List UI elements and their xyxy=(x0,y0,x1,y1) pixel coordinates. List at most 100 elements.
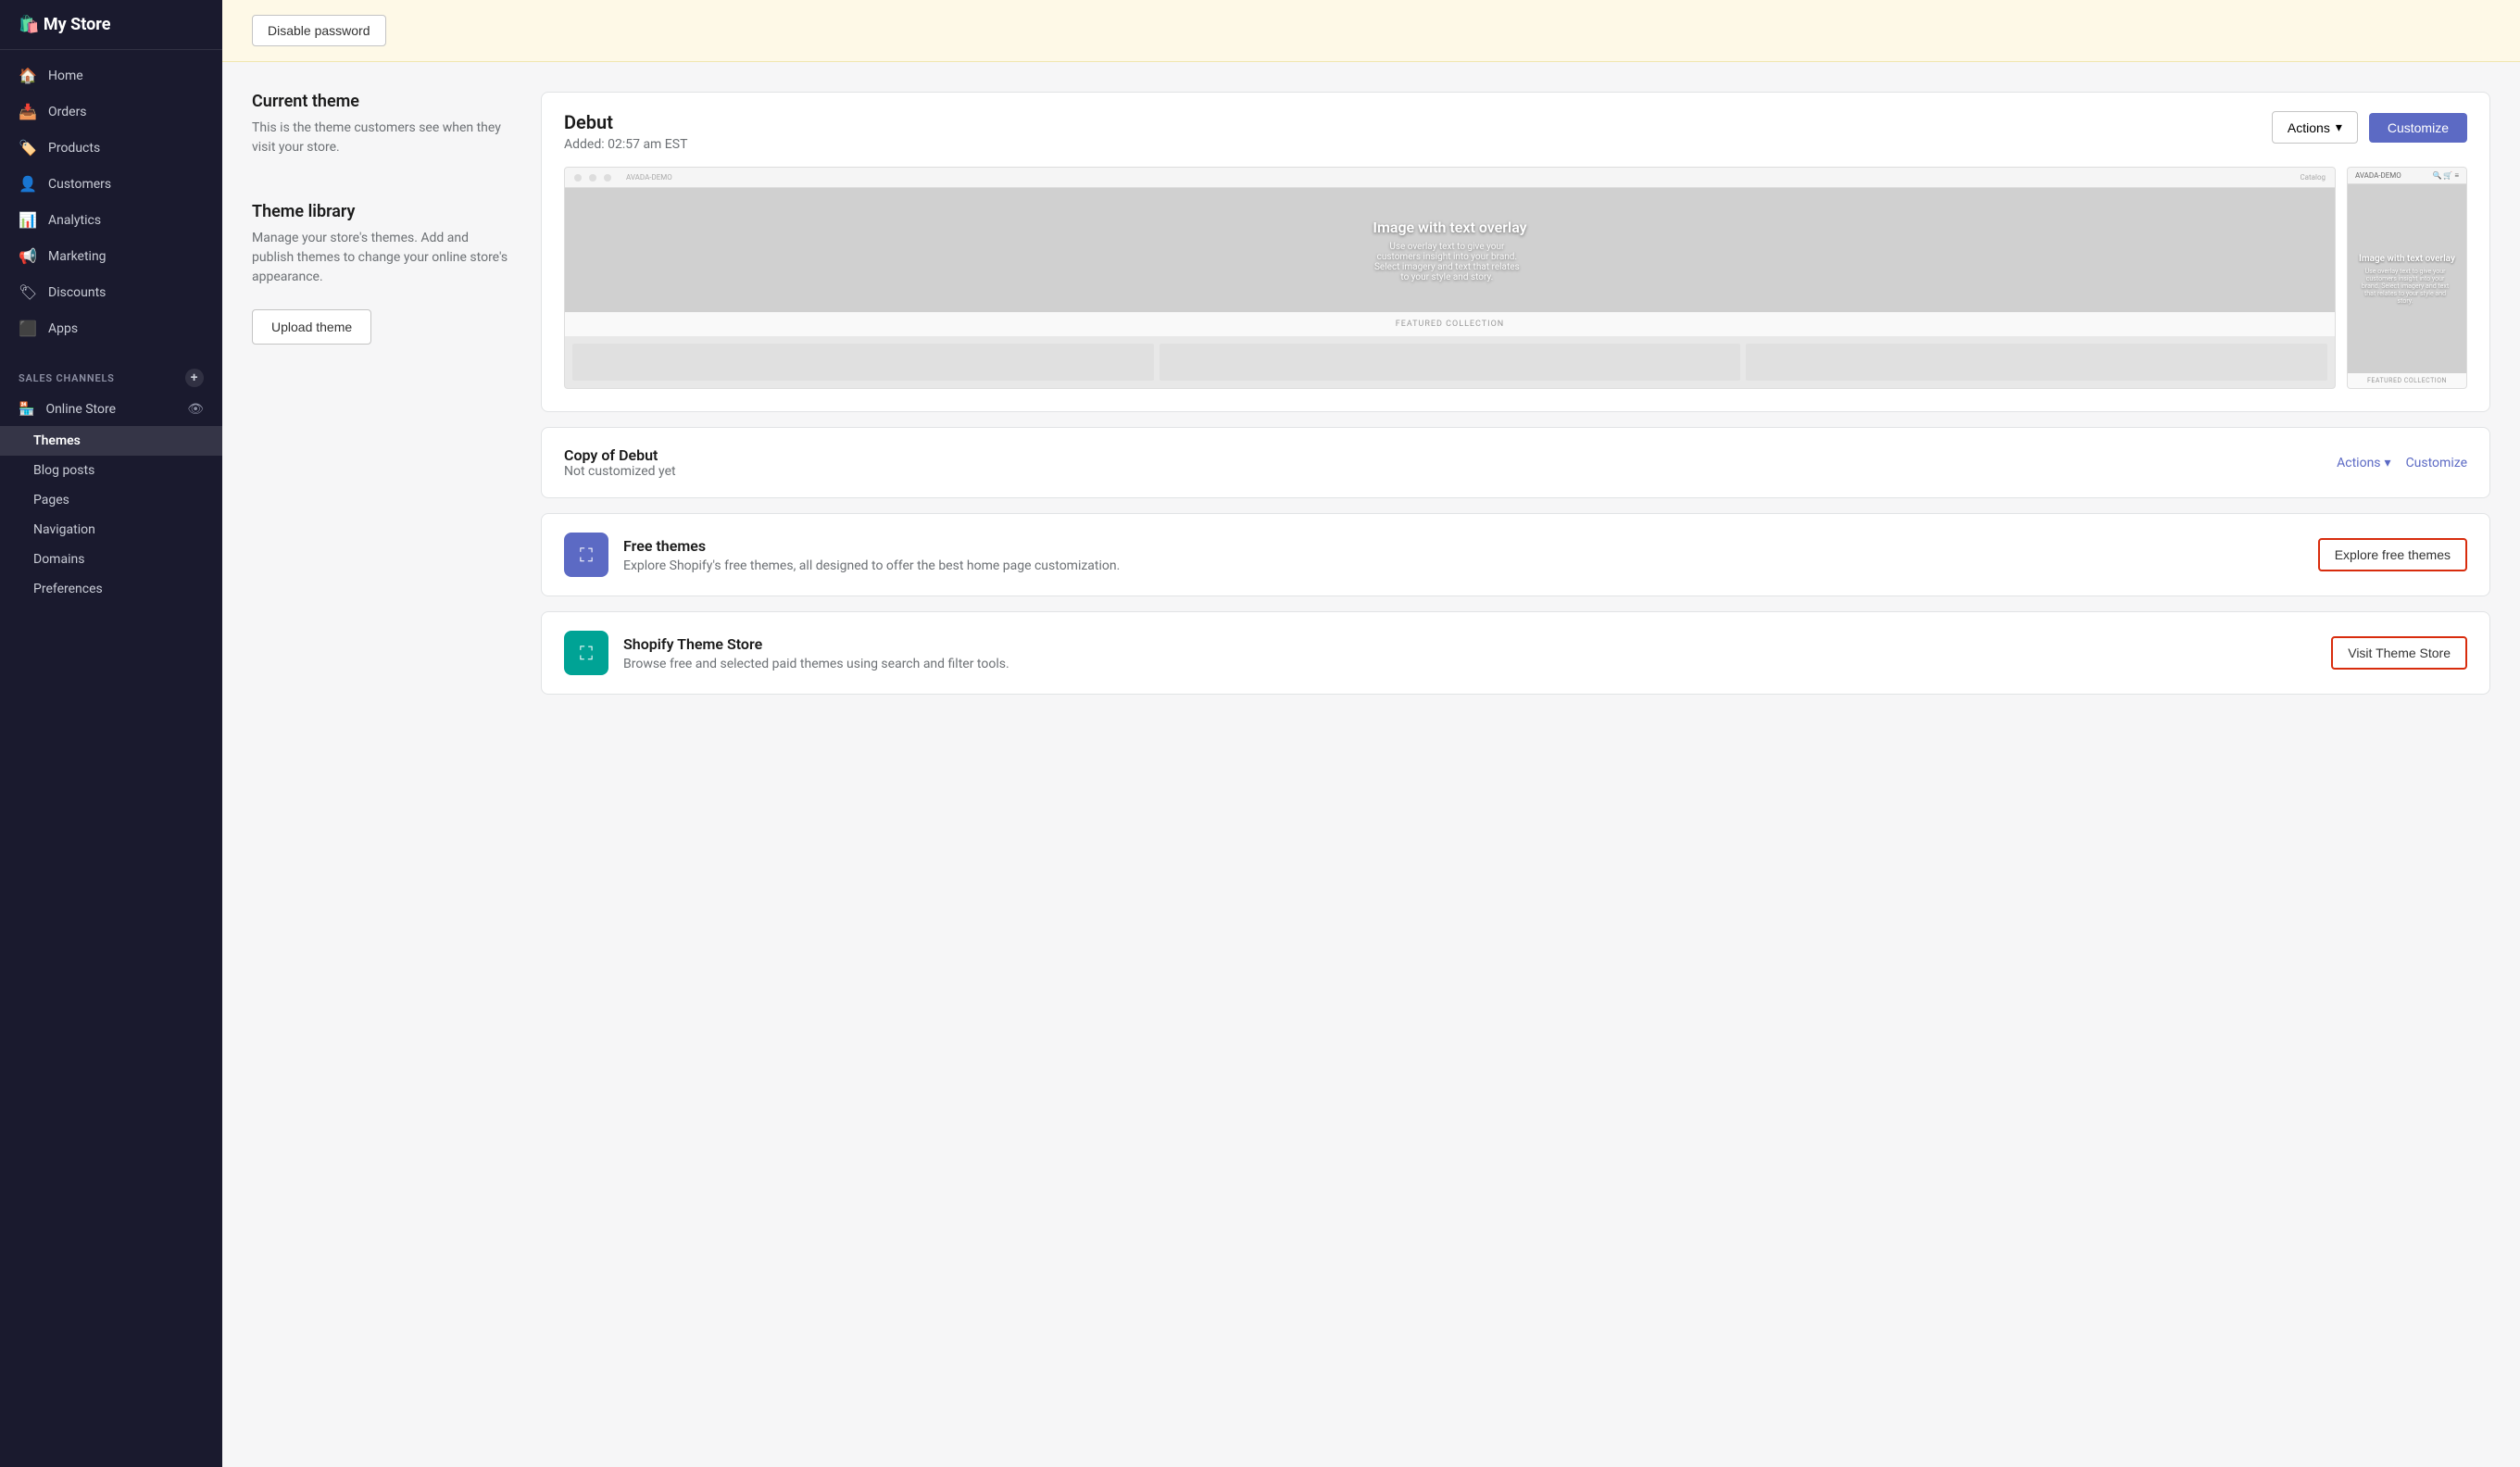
copy-actions-link[interactable]: Actions ▾ xyxy=(2337,456,2390,470)
sidebar-sub-item-domains[interactable]: Domains xyxy=(0,545,222,574)
copy-theme-status: Not customized yet xyxy=(564,464,676,479)
theme-store-text: Shopify Theme Store Browse free and sele… xyxy=(623,635,2316,671)
preview-product-3 xyxy=(1746,344,2327,381)
apps-icon: ⬛ xyxy=(19,320,37,337)
sidebar-item-analytics[interactable]: 📊 Analytics xyxy=(0,202,222,238)
online-store-icon: 🏪 xyxy=(19,402,34,417)
chevron-down-icon-copy: ▾ xyxy=(2385,456,2391,470)
upload-theme-button[interactable]: Upload theme xyxy=(252,309,371,345)
visit-theme-store-button[interactable]: Visit Theme Store xyxy=(2331,636,2467,670)
copy-theme-actions: Actions ▾ Customize xyxy=(2337,456,2467,470)
sidebar-logo: 🛍️ My Store xyxy=(0,0,222,50)
sidebar-item-marketing[interactable]: 📢 Marketing xyxy=(0,238,222,274)
sidebar-sub-item-navigation[interactable]: Navigation xyxy=(0,515,222,545)
copy-of-debut-card: Copy of Debut Not customized yet Actions… xyxy=(541,427,2490,498)
theme-date: Added: 02:57 am EST xyxy=(564,137,687,152)
copy-theme-name: Copy of Debut xyxy=(564,446,676,464)
sidebar-item-home[interactable]: 🏠 Home xyxy=(0,57,222,94)
current-theme-card: Debut Added: 02:57 am EST Actions ▾ Cust… xyxy=(541,92,2490,412)
sidebar-item-online-store[interactable]: 🏪 Online Store 👁 xyxy=(0,393,222,426)
preview-mobile-body: Image with text overlay Use overlay text… xyxy=(2348,184,2466,373)
sidebar-item-products[interactable]: 🏷️ Products xyxy=(0,130,222,166)
theme-info: Debut Added: 02:57 am EST xyxy=(564,111,687,152)
sidebar-item-orders[interactable]: 📥 Orders xyxy=(0,94,222,130)
preview-mobile-icons: 🔍 🛒 ≡ xyxy=(2432,171,2459,180)
preview-site-name-mobile: AVADA-DEMO xyxy=(2355,171,2401,180)
theme-store-card: ⛶ Shopify Theme Store Browse free and se… xyxy=(541,611,2490,695)
free-themes-title: Free themes xyxy=(623,537,2303,555)
preferences-label: Preferences xyxy=(33,582,103,596)
current-theme-section: Current theme This is the theme customer… xyxy=(252,92,511,157)
home-icon: 🏠 xyxy=(19,67,37,84)
sales-channels-label: SALES CHANNELS + xyxy=(0,354,222,393)
pages-label: Pages xyxy=(33,493,69,508)
password-banner: Disable password xyxy=(222,0,2520,62)
sidebar-sub-item-pages[interactable]: Pages xyxy=(0,485,222,515)
preview-product-1 xyxy=(572,344,1154,381)
sidebar-item-apps[interactable]: ⬛ Apps xyxy=(0,310,222,346)
preview-overlay-desc: Use overlay text to give your customers … xyxy=(1373,242,1521,282)
copy-actions-label: Actions xyxy=(2337,456,2380,470)
actions-dropdown-button[interactable]: Actions ▾ xyxy=(2272,111,2358,144)
navigation-label: Navigation xyxy=(33,522,95,537)
preview-mobile-overlay-desc: Use overlay text to give your customers … xyxy=(2359,268,2451,305)
theme-card-actions: Actions ▾ Customize xyxy=(2272,111,2467,144)
preview-mobile-featured-label: FEATURED COLLECTION xyxy=(2348,373,2466,388)
sidebar-item-analytics-label: Analytics xyxy=(48,213,101,228)
sidebar-item-apps-label: Apps xyxy=(48,321,78,336)
preview-nav-desktop: Catalog xyxy=(2300,173,2326,182)
theme-store-icon: ⛶ xyxy=(564,631,608,675)
preview-overlay-content: Image with text overlay Use overlay text… xyxy=(1373,219,1526,282)
sidebar-item-customers[interactable]: 👤 Customers xyxy=(0,166,222,202)
preview-mobile-overlay-title: Image with text overlay xyxy=(2359,254,2455,264)
preview-product-cards xyxy=(565,336,2335,388)
sidebar-sub-item-blog-posts[interactable]: Blog posts xyxy=(0,456,222,485)
add-sales-channel-button[interactable]: + xyxy=(185,369,204,387)
customize-button[interactable]: Customize xyxy=(2369,113,2467,143)
theme-library-desc: Manage your store's themes. Add and publ… xyxy=(252,229,511,287)
sidebar-item-customers-label: Customers xyxy=(48,177,111,192)
sidebar-nav: 🏠 Home 📥 Orders 🏷️ Products 👤 Customers … xyxy=(0,50,222,354)
theme-library-title: Theme library xyxy=(252,202,511,221)
eye-icon[interactable]: 👁 xyxy=(187,402,204,417)
online-store-label: Online Store xyxy=(45,402,116,417)
theme-name: Debut xyxy=(564,111,687,133)
preview-overlay-title: Image with text overlay xyxy=(1373,219,1526,236)
orders-icon: 📥 xyxy=(19,103,37,120)
disable-password-button[interactable]: Disable password xyxy=(252,15,386,46)
current-theme-title: Current theme xyxy=(252,92,511,111)
preview-desktop-body: Image with text overlay Use overlay text… xyxy=(565,188,2335,312)
sidebar-item-home-label: Home xyxy=(48,69,83,83)
customers-icon: 👤 xyxy=(19,175,37,193)
sidebar-item-discounts[interactable]: 🏷 Discounts xyxy=(0,274,222,310)
preview-dot-2 xyxy=(589,174,596,182)
preview-product-2 xyxy=(1160,344,1741,381)
theme-store-desc: Browse free and selected paid themes usi… xyxy=(623,657,2316,671)
preview-dot-3 xyxy=(604,174,611,182)
copy-theme-info: Copy of Debut Not customized yet xyxy=(564,446,676,479)
sidebar-item-products-label: Products xyxy=(48,141,100,156)
sidebar-item-discounts-label: Discounts xyxy=(48,285,106,300)
preview-mobile-bar: AVADA-DEMO 🔍 🛒 ≡ xyxy=(2348,168,2466,184)
preview-site-name-desktop: AVADA-DEMO xyxy=(626,173,672,182)
sidebar-sub-item-themes[interactable]: Themes xyxy=(0,426,222,456)
theme-store-title: Shopify Theme Store xyxy=(623,635,2316,653)
domains-label: Domains xyxy=(33,552,84,567)
products-icon: 🏷️ xyxy=(19,139,37,157)
free-themes-text: Free themes Explore Shopify's free theme… xyxy=(623,537,2303,573)
free-themes-desc: Explore Shopify's free themes, all desig… xyxy=(623,558,2303,573)
desktop-preview: AVADA-DEMO Catalog Image with text overl… xyxy=(564,167,2336,389)
preview-dot-1 xyxy=(574,174,582,182)
theme-preview: AVADA-DEMO Catalog Image with text overl… xyxy=(542,167,2489,411)
mobile-preview: AVADA-DEMO 🔍 🛒 ≡ Image with text overlay… xyxy=(2347,167,2467,389)
sidebar: 🛍️ My Store 🏠 Home 📥 Orders 🏷️ Products … xyxy=(0,0,222,1467)
copy-customize-link[interactable]: Customize xyxy=(2406,456,2467,470)
sidebar-item-orders-label: Orders xyxy=(48,105,87,119)
analytics-icon: 📊 xyxy=(19,211,37,229)
marketing-icon: 📢 xyxy=(19,247,37,265)
free-themes-icon: ⛶ xyxy=(564,533,608,577)
blog-posts-label: Blog posts xyxy=(33,463,94,478)
preview-featured-label: FEATURED COLLECTION xyxy=(565,312,2335,336)
explore-free-themes-button[interactable]: Explore free themes xyxy=(2318,538,2467,571)
sidebar-sub-item-preferences[interactable]: Preferences xyxy=(0,574,222,604)
